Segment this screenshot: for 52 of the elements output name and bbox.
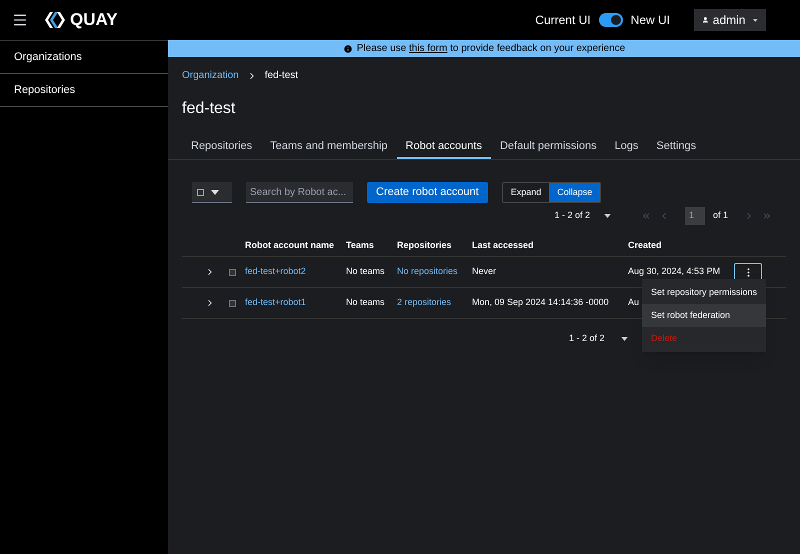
- pagination-range[interactable]: 1 - 2 of 2: [554, 209, 590, 223]
- tab[interactable]: Teams and membership: [261, 135, 397, 159]
- bulk-select[interactable]: [192, 182, 232, 203]
- tab[interactable]: Settings: [647, 135, 706, 159]
- repositories-link[interactable]: No repositories: [397, 266, 458, 276]
- robot-name-link[interactable]: fed-test+robot1: [245, 297, 306, 308]
- table-cell: Aug 30, 2024, 4:53 PM: [628, 266, 720, 276]
- page-field[interactable]: 1: [684, 207, 705, 225]
- column-header: Repositories: [397, 238, 453, 252]
- row-checkbox[interactable]: [229, 300, 236, 306]
- pagination-range[interactable]: 1 - 2 of 2: [569, 332, 605, 346]
- ui-toggle[interactable]: [598, 13, 623, 27]
- caret-icon: [753, 18, 758, 22]
- logo-icon: [44, 11, 66, 29]
- toggle-label: Current UI: [535, 12, 591, 29]
- column-header: Created: [628, 238, 663, 252]
- menu-item[interactable]: Set repository permissions: [642, 281, 766, 304]
- feedback-banner: Please use this form to provide feedback on your experience: [168, 40, 800, 57]
- tab[interactable]: Robot accounts: [396, 135, 491, 159]
- table-cell: Never: [472, 266, 496, 276]
- toggle-label: New UI: [630, 12, 670, 29]
- caret-icon[interactable]: [604, 214, 611, 218]
- breadcrumb-current: fed-test: [264, 69, 298, 83]
- search-field[interactable]: Search by Robot ac...: [246, 182, 353, 203]
- menu-icon[interactable]: [12, 12, 28, 28]
- row-checkbox[interactable]: [229, 268, 236, 276]
- robot-name-link[interactable]: fed-test+robot2: [245, 266, 306, 276]
- toggle-button[interactable]: Expand: [502, 183, 550, 202]
- table-cell: No teams: [346, 266, 385, 276]
- tab[interactable]: Repositories: [182, 135, 262, 159]
- tab[interactable]: Default permissions: [490, 135, 606, 159]
- page-count: of 1: [712, 209, 728, 222]
- table-cell: Au: [628, 297, 640, 308]
- table-cell: No teams: [346, 297, 385, 308]
- page-title: fed-test: [181, 99, 236, 119]
- info-icon: [342, 44, 353, 54]
- user-icon: [702, 14, 709, 26]
- repositories-link[interactable]: 2 repositories: [397, 297, 452, 308]
- caret-icon: [211, 190, 219, 194]
- toggle-button[interactable]: Collapse: [549, 183, 600, 202]
- column-header: Last accessed: [472, 238, 535, 252]
- table-cell: Mon, 09 Sep 2024 14:14:36 -0000: [472, 297, 609, 308]
- menu-item[interactable]: Set robot federation: [642, 304, 766, 327]
- breadcrumb-link[interactable]: Organization: [182, 68, 239, 83]
- tab[interactable]: Logs: [606, 135, 648, 159]
- logo-text: QUAY: [70, 9, 118, 32]
- user-menu-button[interactable]: admin: [694, 9, 766, 31]
- feedback-link[interactable]: this form: [409, 43, 448, 54]
- column-header: Teams: [346, 238, 375, 252]
- caret-icon[interactable]: [620, 336, 628, 341]
- column-header: Robot account name: [245, 238, 336, 252]
- create-button[interactable]: Create robot account: [367, 182, 488, 203]
